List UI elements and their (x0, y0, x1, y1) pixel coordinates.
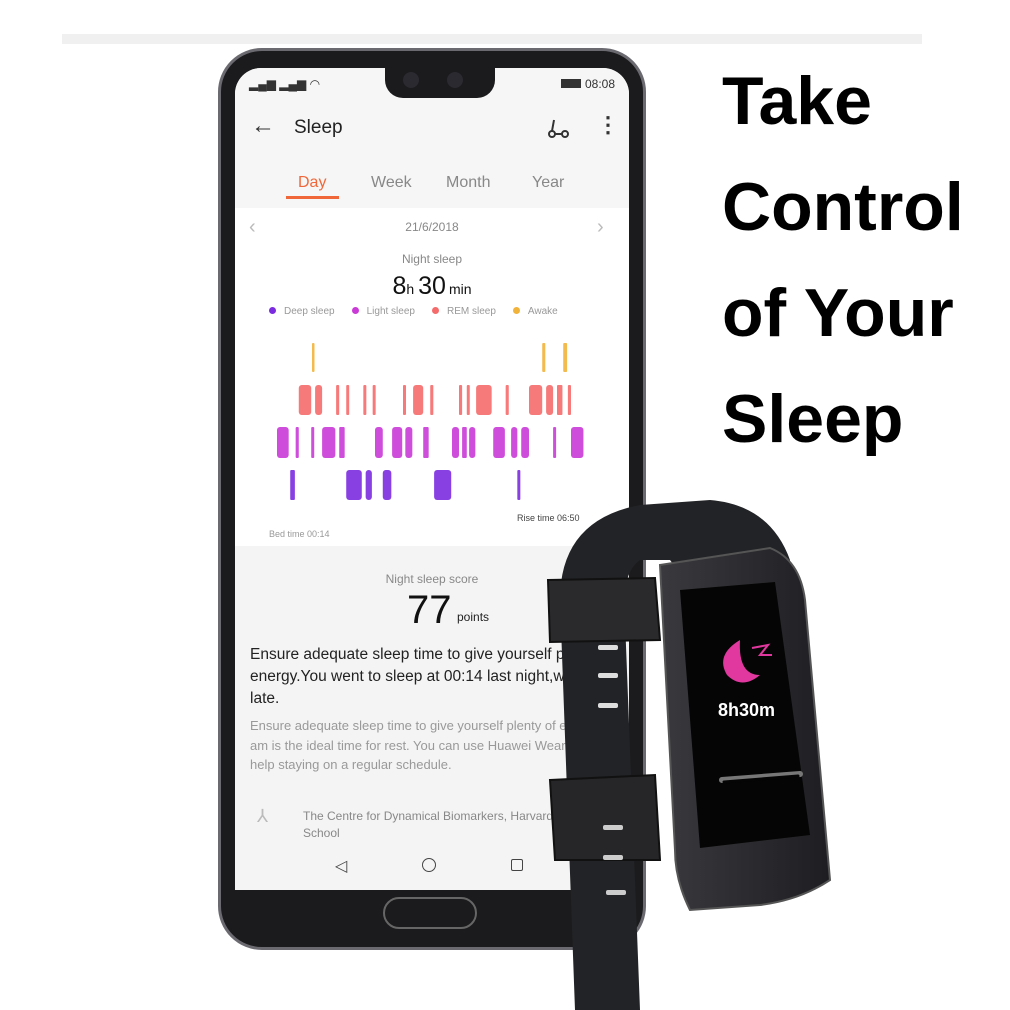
headline-line: Take (722, 63, 872, 139)
headline-line: Sleep (722, 381, 904, 457)
headline: Take Control of Your Sleep (722, 48, 964, 472)
headline-line: Control (722, 169, 964, 245)
headline-line: of Your (722, 275, 954, 351)
watch-display: 8h30m (718, 700, 775, 720)
